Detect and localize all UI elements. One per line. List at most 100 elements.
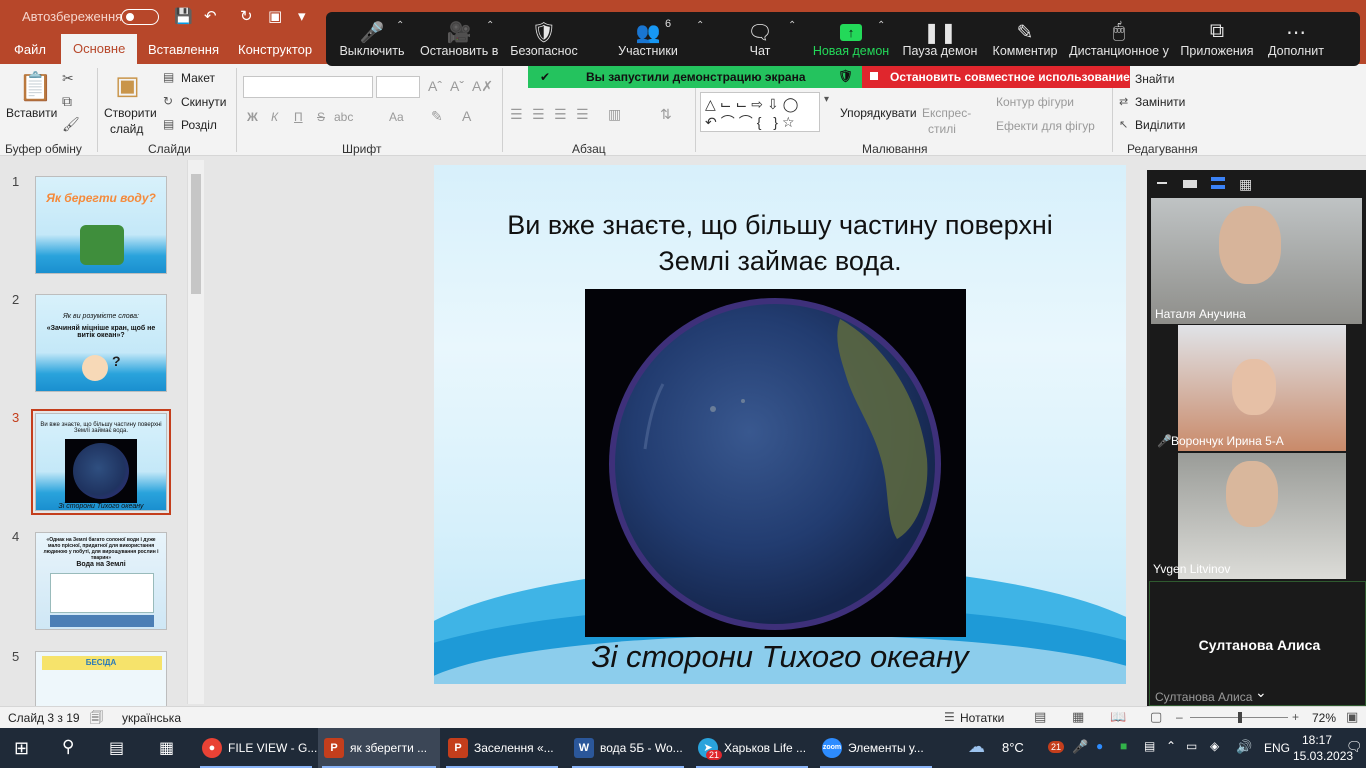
- participants-options-caret[interactable]: ⌃: [696, 20, 704, 31]
- tray-app-icon[interactable]: ■: [1120, 739, 1127, 753]
- tab-file[interactable]: Файл: [14, 42, 46, 57]
- shapes-more-icon[interactable]: ▾: [824, 94, 829, 105]
- layout-button[interactable]: Макет: [181, 71, 215, 85]
- slide-thumbnail-4[interactable]: «Однак на Землі багато солоної води і ду…: [35, 532, 167, 630]
- slide-thumbnail-2[interactable]: Як ви розумієте слова: «Зачиняй міцніше …: [35, 294, 167, 392]
- normal-view-icon[interactable]: ▤: [1034, 709, 1046, 725]
- find-button[interactable]: Знайти: [1135, 72, 1174, 86]
- bold-button[interactable]: Ж: [247, 110, 258, 124]
- start-slideshow-icon[interactable]: ▣: [268, 7, 282, 25]
- language-label[interactable]: українська: [122, 711, 181, 725]
- quick-styles-button[interactable]: Експрес-: [922, 106, 971, 120]
- calculator-icon[interactable]: ▦: [159, 738, 174, 758]
- task-view-icon[interactable]: ▤: [109, 738, 124, 758]
- participant-tile-2[interactable]: [1178, 325, 1346, 451]
- tray-expand-icon[interactable]: ⌃: [1166, 739, 1176, 753]
- taskbar-app-powerpoint-2[interactable]: P Заселення «...: [442, 728, 562, 768]
- replace-button[interactable]: Замінити: [1135, 95, 1185, 109]
- single-view-icon[interactable]: [1183, 180, 1197, 188]
- new-slide-button-l2[interactable]: слайд: [110, 122, 143, 136]
- taskbar-app-powerpoint-1[interactable]: P як зберегти ...: [318, 728, 440, 768]
- microphone-tray-icon[interactable]: 🎤: [1072, 739, 1088, 755]
- volume-icon[interactable]: 🔊: [1236, 739, 1252, 755]
- select-button[interactable]: Виділити: [1135, 118, 1185, 132]
- italic-button[interactable]: К: [271, 110, 278, 124]
- clear-format-icon[interactable]: A✗: [472, 78, 493, 95]
- autosave-toggle[interactable]: [121, 9, 159, 25]
- taskbar-app-telegram[interactable]: ➤ 21 Харьков Life ...: [692, 728, 812, 768]
- share-options-caret[interactable]: ⌃: [877, 20, 885, 31]
- zoom-tray-icon[interactable]: ●: [1096, 739, 1103, 753]
- minimize-icon[interactable]: [1157, 182, 1167, 184]
- align-left-icon[interactable]: ☰: [510, 106, 523, 123]
- slide-thumbnail-5[interactable]: БЕСІДА: [35, 651, 167, 707]
- tab-insert[interactable]: Вставлення: [148, 42, 219, 57]
- stop-share-button[interactable]: Остановить совместное использование: [862, 66, 1130, 88]
- mute-options-caret[interactable]: ⌃: [396, 20, 404, 31]
- shape-effects-button[interactable]: Ефекти для фігур: [996, 119, 1095, 133]
- taskbar-app-chrome[interactable]: ● FILE VIEW - G...: [196, 728, 317, 768]
- align-right-icon[interactable]: ☰: [554, 106, 567, 123]
- weather-cloud-icon[interactable]: ☁: [968, 737, 985, 757]
- security-button[interactable]: 🛡 Безопаснос: [508, 12, 580, 66]
- battery-icon[interactable]: ▭: [1186, 739, 1197, 753]
- char-spacing-button[interactable]: abc: [334, 110, 353, 124]
- underline-button[interactable]: П: [294, 110, 303, 124]
- keyboard-language[interactable]: ENG: [1264, 741, 1290, 755]
- annotate-button[interactable]: ✎ Комментир: [988, 12, 1062, 66]
- participants-button[interactable]: 👥 Участники: [612, 12, 684, 66]
- earth-image[interactable]: [585, 289, 966, 637]
- font-size-select[interactable]: [376, 76, 420, 98]
- reset-button[interactable]: Скинути: [181, 95, 226, 109]
- paste-button[interactable]: Вставити: [6, 106, 57, 120]
- section-button[interactable]: Розділ: [181, 118, 217, 132]
- clock-date[interactable]: 15.03.2023: [1293, 749, 1353, 763]
- pause-share-button[interactable]: ❚❚ Пауза демон: [900, 12, 980, 66]
- windows-start-icon[interactable]: ⊞: [14, 738, 29, 759]
- strike-button[interactable]: S: [317, 110, 325, 124]
- tab-home[interactable]: Основне: [61, 34, 138, 64]
- customize-qat-icon[interactable]: ▾: [298, 7, 306, 25]
- decrease-font-icon[interactable]: Aˇ: [450, 78, 464, 94]
- zoom-in-icon[interactable]: +: [1292, 710, 1299, 724]
- align-center-icon[interactable]: ☰: [532, 106, 545, 123]
- search-icon[interactable]: ⚲: [62, 737, 74, 757]
- slide-title[interactable]: Ви вже знаєте, що більшу частину поверхн…: [474, 207, 1086, 279]
- tray-badge[interactable]: 21: [1048, 741, 1065, 753]
- notes-button[interactable]: Нотатки: [960, 711, 1004, 725]
- taskbar-app-word[interactable]: W вода 5Б - Wo...: [568, 728, 688, 768]
- justify-icon[interactable]: ☰: [576, 106, 589, 123]
- gallery-view-icon[interactable]: ▦: [1239, 176, 1252, 193]
- undo-icon[interactable]: ↶: [204, 7, 217, 25]
- slide-thumbnail-1[interactable]: Як берегти воду?: [35, 176, 167, 274]
- wifi-icon[interactable]: ◈: [1210, 739, 1219, 753]
- shapes-gallery[interactable]: △⌙⌙⇨⇩◯ ↶⌒⌒{ }☆: [700, 92, 820, 132]
- zoom-out-icon[interactable]: –: [1176, 710, 1183, 724]
- shape-outline-button[interactable]: Контур фігури: [996, 95, 1074, 109]
- font-family-select[interactable]: [243, 76, 373, 98]
- cut-icon[interactable]: ✂: [62, 70, 74, 87]
- chat-button[interactable]: 🗨 Чат: [724, 12, 796, 66]
- more-button[interactable]: ⋯ Дополнит: [1264, 12, 1328, 66]
- columns-icon[interactable]: ▥: [608, 106, 621, 123]
- quick-styles-button-l2[interactable]: стилі: [928, 122, 956, 136]
- highlight-icon[interactable]: ✎: [431, 108, 443, 125]
- zoom-slider-thumb[interactable]: [1238, 712, 1242, 723]
- redo-icon[interactable]: ↻: [240, 7, 253, 25]
- reading-view-icon[interactable]: 📖: [1110, 709, 1126, 725]
- expand-panel-icon[interactable]: ⌄: [1255, 684, 1267, 701]
- tab-design[interactable]: Конструктор: [238, 42, 312, 57]
- network-icon[interactable]: ▤: [1144, 739, 1155, 753]
- apps-button[interactable]: ⧉ Приложения: [1180, 12, 1254, 66]
- text-direction-icon[interactable]: ⇅: [660, 106, 672, 123]
- arrange-button[interactable]: Упорядкувати: [840, 106, 917, 120]
- copy-icon[interactable]: ⧉: [62, 93, 72, 110]
- zoom-level[interactable]: 72%: [1312, 711, 1336, 725]
- increase-font-icon[interactable]: Aˆ: [428, 78, 442, 94]
- taskbar-app-zoom[interactable]: zoom Элементы у...: [816, 728, 936, 768]
- remote-control-button[interactable]: 🖱 Дистанционное у: [1068, 12, 1170, 66]
- participant-tile-3[interactable]: [1178, 453, 1346, 579]
- format-painter-icon[interactable]: 🖌: [62, 116, 80, 133]
- slide-sorter-icon[interactable]: ▦: [1072, 709, 1084, 725]
- change-case-button[interactable]: Aa: [389, 110, 404, 124]
